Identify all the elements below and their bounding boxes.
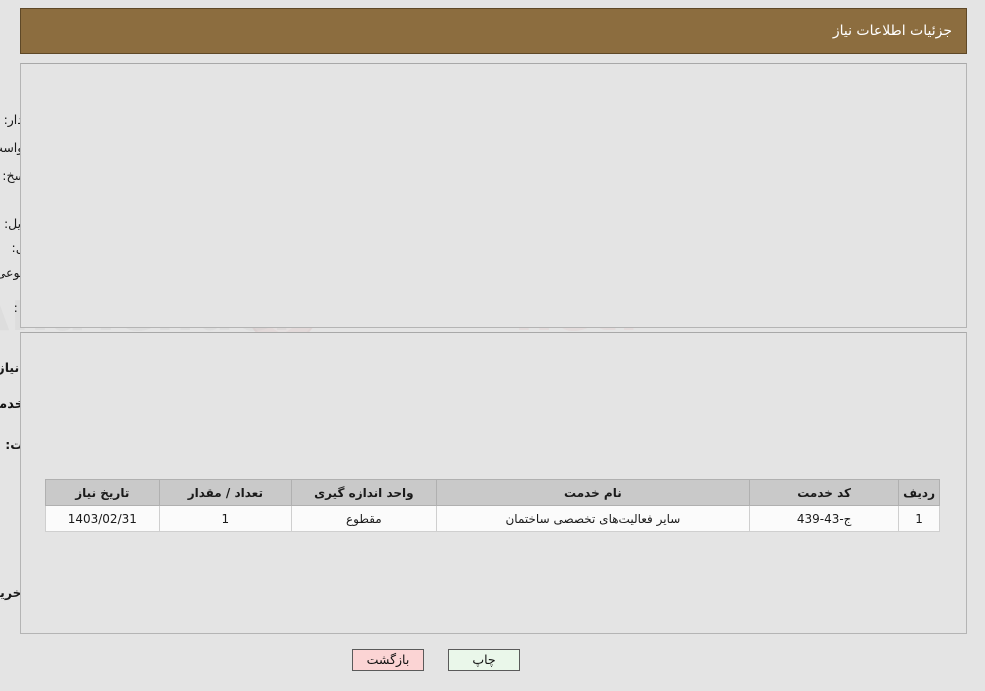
table-header-row: ردیف کد خدمت نام خدمت واحد اندازه گیری ت… (45, 479, 940, 506)
cell-unit: مقطوع (291, 505, 437, 532)
services-table: ردیف کد خدمت نام خدمت واحد اندازه گیری ت… (45, 479, 940, 532)
col-header-name: نام خدمت (435, 479, 751, 506)
page-title: جزئیات اطلاعات نیاز (832, 23, 952, 39)
print-button[interactable]: چاپ (448, 649, 520, 671)
col-header-code: کد خدمت (749, 479, 900, 506)
cell-quantity: 1 (158, 505, 293, 532)
cell-code: ج-43-439 (749, 505, 900, 532)
page-title-bar: جزئیات اطلاعات نیاز (20, 8, 967, 54)
col-header-row: ردیف (898, 479, 940, 506)
cell-name: سایر فعالیت‌های تخصصی ساختمان (435, 505, 751, 532)
need-details-page: AnaTender .net جزئیات اطلاعات نیاز شماره… (0, 0, 985, 691)
back-button[interactable]: بازگشت (352, 649, 424, 671)
col-header-unit: واحد اندازه گیری (291, 479, 437, 506)
cell-row: 1 (898, 505, 940, 532)
need-info-panel (20, 63, 967, 328)
col-header-date: تاریخ نیاز (45, 479, 160, 506)
cell-date: 1403/02/31 (45, 505, 160, 532)
col-header-quantity: تعداد / مقدار (158, 479, 293, 506)
table-row: 1 ج-43-439 سایر فعالیت‌های تخصصی ساختمان… (45, 505, 940, 532)
